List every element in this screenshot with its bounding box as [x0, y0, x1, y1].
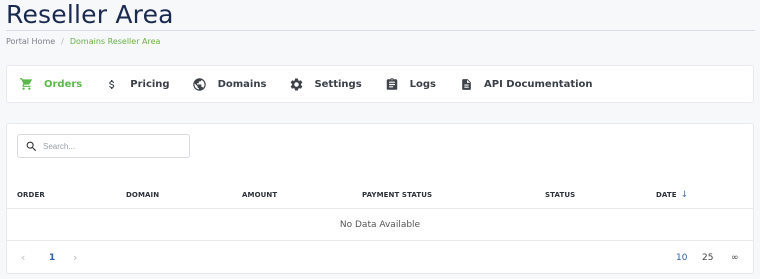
nav-item-label: Pricing [130, 78, 170, 90]
nav-item-api-documentation[interactable]: API Documentation [458, 76, 593, 92]
search-input[interactable] [43, 141, 183, 151]
column-header-domain[interactable]: DOMAIN [126, 181, 159, 209]
column-header-label: DATE [656, 191, 677, 199]
prev-page-button[interactable]: ‹ [21, 242, 25, 274]
clipboard-icon [384, 76, 400, 92]
arrow-down-icon: ↓ [680, 190, 689, 200]
column-header-order[interactable]: ORDER [17, 181, 45, 209]
globe-icon [192, 76, 208, 92]
gear-icon [288, 76, 304, 92]
orders-table-card: ORDER DOMAIN AMOUNT PAYMENT STATUS STATU… [6, 123, 754, 274]
nav-item-pricing[interactable]: Pricing [104, 76, 170, 92]
breadcrumb: Portal Home / Domains Reseller Area [6, 37, 160, 46]
title-divider [6, 30, 755, 31]
breadcrumb-current[interactable]: Domains Reseller Area [70, 37, 161, 46]
page-number-1[interactable]: 1 [49, 242, 55, 274]
cart-icon [18, 76, 34, 92]
pagination: ‹ 1 › 10 25 ∞ [7, 242, 753, 274]
dollar-icon [104, 76, 120, 92]
next-page-button[interactable]: › [73, 242, 77, 274]
page-size-all[interactable]: ∞ [731, 242, 739, 274]
column-header-date[interactable]: DATE ↓ [656, 181, 688, 209]
document-icon [458, 76, 474, 92]
search-box[interactable] [17, 134, 190, 158]
search-icon [19, 140, 43, 153]
page-size-25[interactable]: 25 [702, 242, 713, 274]
nav-item-logs[interactable]: Logs [384, 76, 436, 92]
nav-item-label: Settings [314, 78, 362, 90]
breadcrumb-separator: / [61, 37, 64, 46]
nav-item-label: Orders [44, 78, 83, 90]
nav-item-orders[interactable]: Orders [18, 76, 82, 92]
column-header-status[interactable]: STATUS [545, 181, 575, 209]
nav-item-label: Logs [409, 78, 436, 90]
reseller-nav-card: Orders Pricing Domains Settings Logs API… [6, 65, 754, 103]
page-size-10[interactable]: 10 [676, 242, 687, 274]
nav-item-domains[interactable]: Domains [192, 76, 267, 92]
nav-item-settings[interactable]: Settings [288, 76, 362, 92]
nav-item-label: Domains [217, 78, 267, 90]
breadcrumb-home-link[interactable]: Portal Home [6, 37, 55, 46]
reseller-nav: Orders Pricing Domains Settings Logs API… [7, 66, 753, 102]
empty-table-message: No Data Available [7, 210, 753, 241]
column-header-payment-status[interactable]: PAYMENT STATUS [362, 181, 432, 209]
nav-item-label: API Documentation [484, 78, 593, 90]
column-header-amount[interactable]: AMOUNT [242, 181, 277, 209]
page-title: Reseller Area [6, 0, 174, 29]
table-header: ORDER DOMAIN AMOUNT PAYMENT STATUS STATU… [7, 181, 753, 209]
